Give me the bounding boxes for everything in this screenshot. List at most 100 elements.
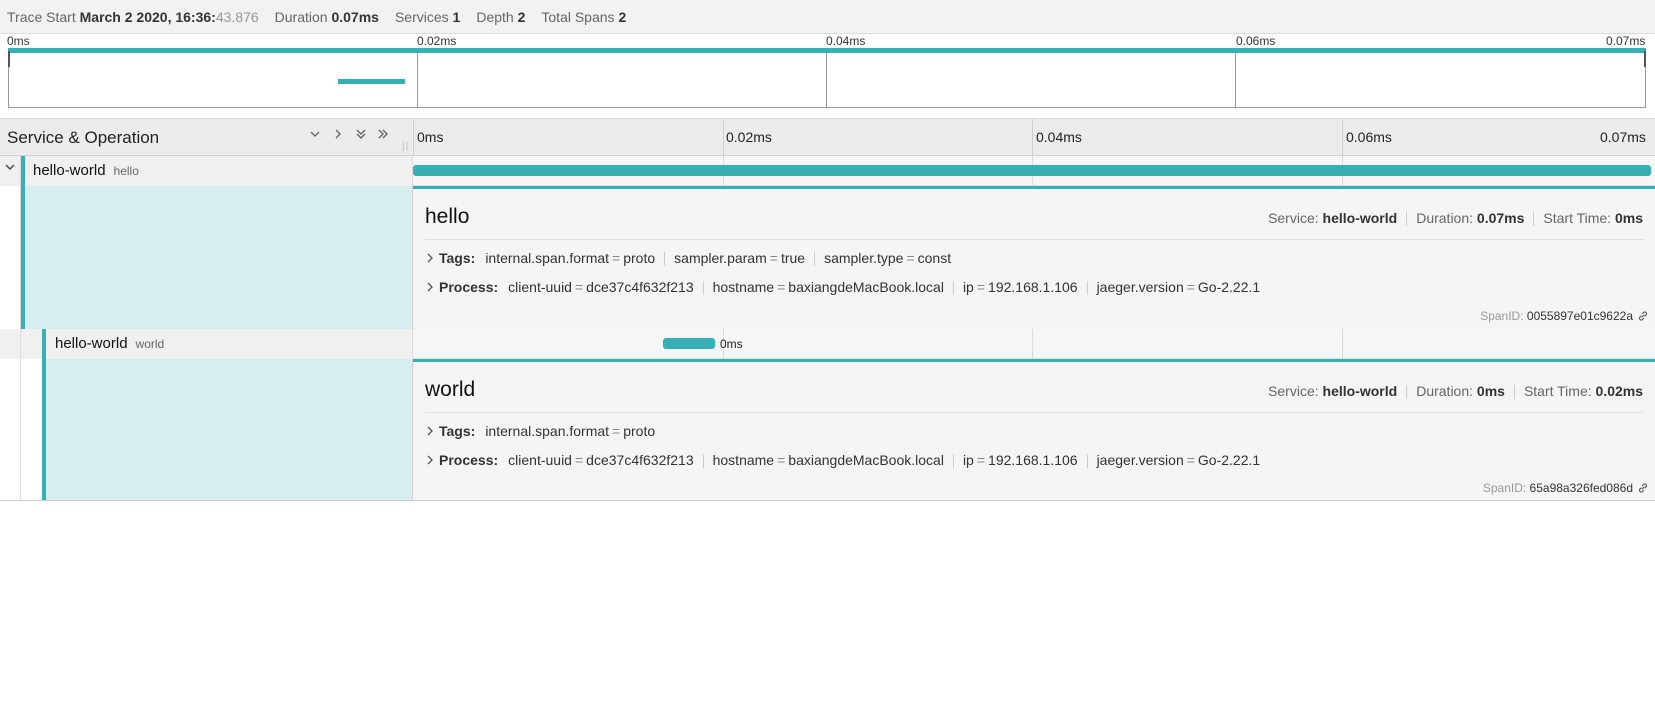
link-icon[interactable] bbox=[1637, 310, 1649, 322]
detail-divider bbox=[425, 412, 1643, 413]
process-value: Go-2.22.1 bbox=[1197, 452, 1261, 468]
process-value: 192.168.1.106 bbox=[988, 279, 1078, 295]
detail-divider bbox=[425, 239, 1643, 240]
service-color-bar bbox=[21, 156, 25, 186]
timeline-gridline bbox=[1032, 119, 1033, 157]
span-service-name[interactable]: hello-world hello bbox=[33, 162, 139, 179]
process-value: dce37c4f632f213 bbox=[586, 452, 694, 468]
trace-depth: Depth 2 bbox=[476, 9, 525, 25]
span-service-name[interactable]: hello-world world bbox=[55, 335, 164, 352]
timeline-tick: 0.04ms bbox=[1036, 129, 1082, 145]
minimap-tick: 0.06ms bbox=[1236, 34, 1276, 48]
trace-summary-header: Trace Start March 2 2020, 16:36:43.876 D… bbox=[0, 0, 1655, 34]
total-spans-label: Total Spans bbox=[541, 8, 615, 25]
chevron-down-icon[interactable] bbox=[3, 161, 17, 176]
depth-value: 2 bbox=[517, 8, 526, 25]
service-name: hello-world bbox=[33, 162, 106, 179]
tag-value: const bbox=[917, 250, 952, 266]
timeline-tick: 0ms bbox=[417, 129, 444, 145]
minimap-canvas[interactable] bbox=[8, 50, 1646, 108]
trace-start: Trace Start March 2 2020, 16:36:43.876 bbox=[7, 9, 259, 25]
minimap-root-span-bar bbox=[8, 48, 1646, 53]
span-timeline-column[interactable]: 0ms bbox=[413, 329, 1655, 359]
service-operation-title: Service & Operation bbox=[7, 128, 160, 147]
span-detail-content: world Service: hello-world Duration: 0ms S… bbox=[413, 359, 1655, 501]
trace-services: Services 1 bbox=[395, 9, 460, 25]
span-id-value: 0055897e01c9622a bbox=[1526, 309, 1633, 323]
span-id: SpanID: 0055897e01c9622a bbox=[1480, 309, 1633, 323]
span-duration-bar[interactable] bbox=[663, 338, 715, 349]
process-label: Process: bbox=[439, 279, 499, 295]
timeline-gridline bbox=[1342, 119, 1343, 157]
meta-service-label: Service: bbox=[1268, 210, 1319, 226]
trace-duration: Duration 0.07ms bbox=[275, 9, 379, 25]
angle-right-icon[interactable] bbox=[329, 127, 347, 144]
total-spans-value: 2 bbox=[618, 8, 627, 25]
tags-section[interactable]: Tags: internal.span.format = proto bbox=[425, 423, 655, 439]
span-name-column[interactable]: hello-world world bbox=[0, 329, 413, 359]
process-key: client-uuid bbox=[508, 452, 572, 468]
process-value: Go-2.22.1 bbox=[1197, 279, 1261, 295]
trace-bottom-border bbox=[0, 500, 1655, 501]
service-color-bar bbox=[42, 329, 46, 359]
tags-label: Tags: bbox=[439, 250, 476, 266]
timeline-header: Service & Operation || 0ms 0.02ms 0.04ms… bbox=[0, 118, 1655, 157]
process-pair: client-uuid = dce37c4f632f213 bbox=[508, 279, 694, 295]
tree-indent-line bbox=[20, 329, 21, 359]
span-detail-indent bbox=[0, 186, 413, 329]
minimap-right-handle[interactable] bbox=[1644, 51, 1646, 67]
process-key: ip bbox=[962, 279, 974, 295]
meta-start-label: Start Time: bbox=[1543, 210, 1612, 226]
span-detail-panel: world Service: hello-world Duration: 0ms S… bbox=[0, 359, 1655, 501]
meta-service-value: hello-world bbox=[1322, 210, 1398, 226]
tag-value: true bbox=[780, 250, 806, 266]
process-value: baxiangdeMacBook.local bbox=[788, 279, 944, 295]
process-key: client-uuid bbox=[508, 279, 572, 295]
span-detail-meta: Service: hello-world Duration: 0ms Start T… bbox=[1268, 383, 1643, 400]
process-value: dce37c4f632f213 bbox=[586, 279, 694, 295]
process-pair: hostname = baxiangdeMacBook.local bbox=[712, 452, 944, 468]
process-key: hostname bbox=[712, 279, 775, 295]
process-pair: ip = 192.168.1.106 bbox=[962, 279, 1078, 295]
process-value: 192.168.1.106 bbox=[988, 452, 1078, 468]
chevron-right-icon[interactable] bbox=[425, 425, 439, 439]
meta-duration-label: Duration: bbox=[1416, 210, 1474, 226]
timeline-tick: 0.02ms bbox=[726, 129, 772, 145]
tag-pair: sampler.param = true bbox=[674, 250, 806, 266]
meta-service-label: Service: bbox=[1268, 383, 1319, 399]
span-id: SpanID: 65a98a326fed086d bbox=[1483, 481, 1633, 495]
span-duration-bar[interactable] bbox=[413, 165, 1651, 176]
trace-start-label: Trace Start bbox=[7, 8, 76, 25]
span-row[interactable]: hello-world world 0ms bbox=[0, 329, 1655, 359]
chevron-right-icon[interactable] bbox=[425, 281, 439, 295]
operation-name: world bbox=[135, 337, 165, 351]
tag-value: proto bbox=[623, 250, 656, 266]
span-row[interactable]: hello-world hello bbox=[0, 156, 1655, 186]
minimap-child-span-bar bbox=[338, 79, 405, 84]
trace-total-spans: Total Spans 2 bbox=[541, 9, 626, 25]
double-angle-right-icon[interactable] bbox=[374, 127, 392, 144]
process-section[interactable]: Process: client-uuid = dce37c4f632f213 hostn… bbox=[425, 452, 1261, 469]
services-label: Services bbox=[394, 8, 449, 25]
link-icon[interactable] bbox=[1637, 482, 1649, 494]
process-section[interactable]: Process: client-uuid = dce37c4f632f213 hostn… bbox=[425, 279, 1261, 296]
angle-down-icon[interactable] bbox=[306, 127, 324, 144]
span-timeline-column[interactable] bbox=[413, 156, 1655, 186]
process-pair: client-uuid = dce37c4f632f213 bbox=[508, 452, 694, 468]
span-detail-panel: hello Service: hello-world Duration: 0.07… bbox=[0, 186, 1655, 329]
span-detail-meta: Service: hello-world Duration: 0.07ms Star… bbox=[1268, 210, 1643, 227]
chevron-right-icon[interactable] bbox=[425, 252, 439, 266]
row-gridline bbox=[1032, 329, 1033, 359]
meta-duration-value: 0.07ms bbox=[1476, 210, 1525, 226]
minimap-gridline bbox=[826, 53, 827, 108]
span-name-column[interactable]: hello-world hello bbox=[0, 156, 413, 186]
chevron-right-icon[interactable] bbox=[425, 454, 439, 468]
meta-duration-label: Duration: bbox=[1416, 383, 1474, 399]
minimap-left-handle[interactable] bbox=[8, 51, 10, 67]
column-resize-handle[interactable]: || bbox=[402, 141, 409, 152]
tags-section[interactable]: Tags: internal.span.format = proto sampler.p… bbox=[425, 250, 952, 267]
services-value: 1 bbox=[452, 8, 461, 25]
double-angle-down-icon[interactable] bbox=[352, 127, 370, 144]
duration-label: Duration bbox=[274, 8, 328, 25]
span-detail-indent-pad bbox=[0, 186, 21, 329]
